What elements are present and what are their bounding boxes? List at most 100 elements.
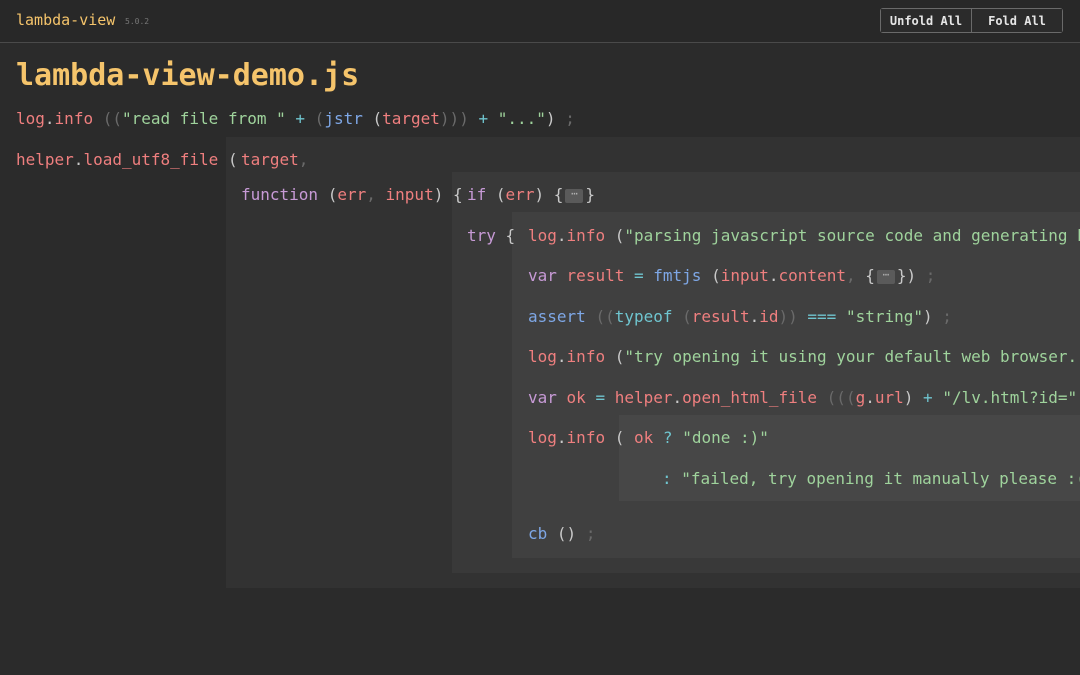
token[interactable]: g [856,388,866,407]
token: === [807,307,837,326]
token[interactable]: log [16,109,45,128]
token: ; [585,524,596,543]
token[interactable]: content [779,266,846,285]
token[interactable]: assert [528,307,586,326]
token[interactable]: err [506,185,535,204]
token[interactable]: info [55,109,94,128]
token: ( [614,428,625,447]
token[interactable]: ok [634,428,653,447]
token: ; [942,307,952,326]
token[interactable]: var [528,266,557,285]
token[interactable]: result [567,266,625,285]
app-name: lambda-view [16,11,116,29]
token[interactable]: url [875,388,904,407]
token: (( [595,307,615,326]
token: , [298,150,309,169]
token[interactable]: cb [528,524,547,543]
token[interactable]: log [528,428,557,447]
token[interactable]: helper [615,388,673,407]
token: "failed, try opening it manually please … [681,469,1080,488]
token[interactable]: id [759,307,778,326]
token: ( [614,226,625,245]
code-line-1: log.info (("read file from " + (jstr (ta… [16,109,575,128]
token[interactable]: try [467,226,496,245]
token: ( [372,109,383,128]
token[interactable]: log [528,347,557,366]
fold-toggle-icon[interactable]: ⋯ [876,269,895,284]
code-line-5: var result = fmtjs (input.content, {⋯}) … [528,266,936,285]
code-line-2-arg: target, [241,150,308,170]
token: , [845,266,856,285]
token: + [478,109,489,128]
code-line-9: log.info ( [528,428,625,447]
token[interactable]: var [528,388,557,407]
token: }) [896,266,917,285]
fold-all-button[interactable]: Fold All [971,9,1062,32]
token: ; [565,109,575,128]
token: "string" [845,307,923,326]
token: ( [327,185,338,204]
token[interactable]: fmtjs [653,266,701,285]
token[interactable]: open_html_file [682,388,817,407]
code-line-6: assert ((typeof (result.id)) === "string… [528,307,952,326]
token[interactable]: jstr [324,109,363,128]
code-line-8: var ok = helper.open_html_file (((g.url)… [528,388,1080,408]
code-line-7: log.info ("try opening it using your def… [528,347,1080,367]
code-line-4-try: try { [467,226,515,246]
token[interactable]: log [528,226,557,245]
token: "..." [497,109,546,128]
token: ) [923,307,933,326]
unfold-all-button[interactable]: Unfold All [881,9,971,32]
token: "parsing javascript source code and gene… [624,226,1080,245]
fold-controls: Unfold All Fold All [880,8,1063,33]
token: ))) [439,109,469,128]
code-line-3: function (err, input) { [241,185,463,205]
token: , [366,185,376,204]
code-line-9-ternary: ok ? "done :)" [634,428,769,448]
token: { [452,185,463,204]
token: (( [102,109,122,128]
token[interactable]: target [241,150,299,169]
token[interactable]: info [567,226,606,245]
try-block[interactable] [512,212,1080,558]
token[interactable]: function [241,185,318,204]
token: ( [314,109,325,128]
fold-toggle-icon[interactable]: ⋯ [565,188,584,203]
token[interactable]: err [337,185,366,204]
token[interactable]: info [567,347,606,366]
token: ((( [826,388,856,407]
token[interactable]: helper [16,150,74,169]
token[interactable]: info [567,428,606,447]
token: : [662,469,672,488]
token[interactable]: if [467,185,486,204]
token: ? [662,428,673,447]
token: ( [682,307,692,326]
token[interactable]: input [386,185,434,204]
token[interactable]: result [692,307,750,326]
token: ) [903,388,914,407]
token[interactable]: target [382,109,440,128]
token: "try opening it using your default web b… [624,347,1080,366]
token[interactable]: load_utf8_file [83,150,218,169]
token: "/lv.html?id=" [942,388,1078,407]
token: } [585,185,596,204]
token: { [865,266,875,285]
code-line-4: log.info ("parsing javascript source cod… [528,226,1080,246]
token: ( [495,185,506,204]
token: ( [227,150,238,169]
token[interactable]: input [721,266,769,285]
token: "read file from " [121,109,286,128]
token: "done :)" [682,428,769,447]
code-line-3-if: if (err) {⋯} [467,185,595,205]
token[interactable]: ok [567,388,586,407]
token[interactable]: typeof [615,307,673,326]
token: = [633,266,644,285]
token: { [505,226,516,245]
token: ) [545,109,556,128]
code-line-10: : "failed, try opening it manually pleas… [662,469,1080,489]
token: ) [534,185,545,204]
token: () [556,524,577,543]
token: = [595,388,606,407]
token: + [295,109,306,128]
code-line-2: helper.load_utf8_file ( [16,150,238,169]
